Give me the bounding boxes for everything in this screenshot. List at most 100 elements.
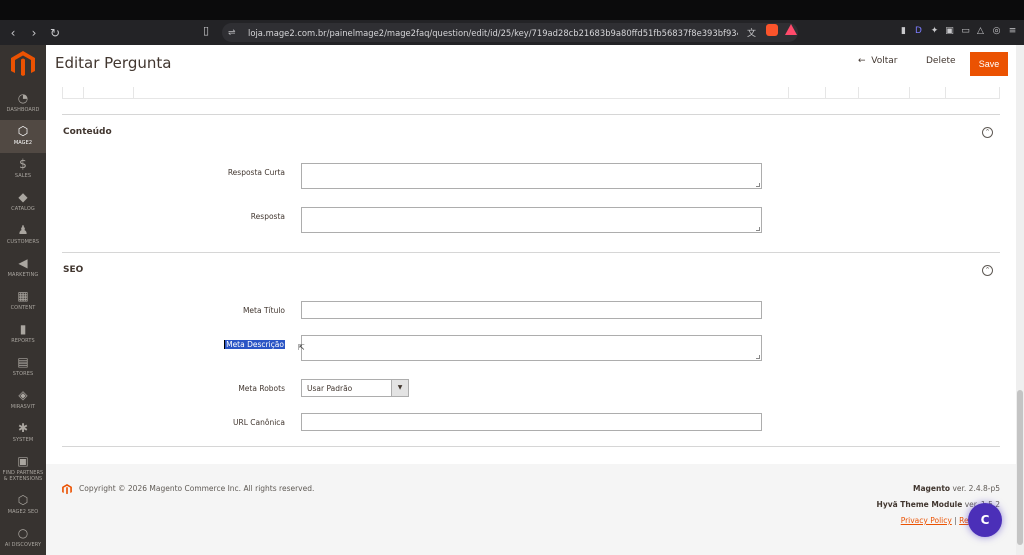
browser-toolbar: ‹ › ↻ ▯ ⇌ loja.mage2.com.br/painelmage2/…	[0, 20, 1024, 45]
sidebar-item-label: Mirasvit	[10, 404, 36, 410]
resize-handle-icon[interactable]	[756, 355, 760, 359]
section-conteudo-title[interactable]: Conteúdo	[63, 127, 112, 137]
sidebar-item-ai-discovery[interactable]: ○ AI Discovery	[0, 522, 46, 555]
collapse-icon[interactable]: ⌃	[982, 127, 993, 138]
sidebar-item-customers[interactable]: ♟ Customers	[0, 219, 46, 252]
wallet-icon[interactable]: ▭	[960, 25, 971, 37]
reload-icon[interactable]: ↻	[47, 25, 63, 41]
sidebar-item-label: Marketing	[7, 272, 39, 278]
resize-handle-icon[interactable]	[756, 227, 760, 231]
sidebar-item-mage2-seo[interactable]: ⬡ Mage2 SEO	[0, 489, 46, 522]
back-button[interactable]: ← Voltar	[858, 56, 898, 66]
meta-titulo-label: Meta Título	[242, 306, 285, 315]
resposta-textarea[interactable]	[301, 207, 762, 233]
translate-icon[interactable]: 文	[747, 26, 756, 39]
browser-chrome: ‹ › ↻ ▯ ⇌ loja.mage2.com.br/painelmage2/…	[0, 0, 1024, 45]
sidebar-item-find-partners-extensions[interactable]: ▣ Find Partners & Extensions	[0, 450, 46, 483]
address-bar[interactable]: ⇌ loja.mage2.com.br/painelmage2/mage2faq…	[222, 23, 798, 42]
sidebar-item-label: Find Partners & Extensions	[2, 470, 44, 482]
sidebar-item-label: Dashboard	[6, 107, 40, 113]
admin-footer: Copyright © 2026 Magento Commerce Inc. A…	[46, 464, 1016, 555]
meta-robots-select[interactable]: Usar Padrão ▼	[301, 379, 409, 397]
scrollbar-thumb[interactable]	[1017, 390, 1023, 545]
url-text[interactable]: loja.mage2.com.br/painelmage2/mage2faq/q…	[248, 28, 738, 38]
bar-chart-icon: ▮	[19, 322, 27, 336]
grid-divider	[133, 87, 134, 98]
sidebar-item-marketing[interactable]: ◀ Marketing	[0, 252, 46, 285]
sidebar-item-label: Reports	[11, 338, 35, 344]
box-icon: ▣	[17, 454, 29, 468]
meta-descricao-label: Meta Descrição	[85, 340, 285, 349]
hyva-name: Hyvä Theme Module	[876, 500, 963, 509]
section-divider	[62, 114, 1000, 115]
magento-name: Magento	[913, 484, 951, 493]
section-divider	[62, 446, 1000, 447]
bookmark-icon[interactable]: ▯	[203, 24, 217, 40]
scrollbar-track[interactable]	[1016, 45, 1024, 555]
gear-icon: ✱	[17, 421, 29, 435]
menu-icon[interactable]: ≡	[1007, 25, 1018, 37]
sidebar-item-stores[interactable]: ▤ Stores	[0, 351, 46, 384]
sidebar-item-label: Sales	[14, 173, 32, 179]
hexagon-icon: ⬡	[17, 124, 29, 138]
sidebar-item-dashboard[interactable]: ◔ Dashboard	[0, 87, 46, 120]
selected-text: Meta Descrição	[224, 340, 285, 349]
sidebar-item-label: Mage2	[13, 140, 33, 146]
copyright-text: Copyright © 2026 Magento Commerce Inc. A…	[79, 484, 315, 493]
section-seo-title[interactable]: SEO	[63, 265, 83, 275]
sidebar-item-content[interactable]: ▦ Content	[0, 285, 46, 318]
resposta-label: Resposta	[250, 212, 285, 221]
tab-strip	[0, 0, 1024, 20]
forward-arrow-icon[interactable]: ›	[26, 25, 42, 41]
sidebar-item-sales[interactable]: $ Sales	[0, 153, 46, 186]
sidebar-item-system[interactable]: ✱ System	[0, 417, 46, 450]
dashboard-icon: ◔	[17, 91, 29, 105]
sidebar-toggle-icon[interactable]: ▣	[944, 25, 955, 37]
resposta-curta-textarea[interactable]	[301, 163, 762, 189]
dollar-icon: $	[19, 157, 27, 171]
section-divider	[62, 252, 1000, 253]
vpn-icon[interactable]: ◎	[991, 25, 1002, 37]
magento-footer-logo-icon	[62, 484, 72, 495]
sidebar-item-mage2[interactable]: ⬡ Mage2	[0, 120, 46, 153]
sidebar-item-mirasvit[interactable]: ◈ Mirasvit	[0, 384, 46, 417]
privacy-policy-link[interactable]: Privacy Policy	[901, 516, 952, 525]
grid-divider	[83, 87, 84, 98]
sidebar-item-catalog[interactable]: ◆ Catalog	[0, 186, 46, 219]
resposta-curta-label: Resposta Curta	[227, 168, 285, 177]
extension-icon[interactable]: ▮	[898, 25, 909, 37]
brave-shield-icon[interactable]	[766, 24, 778, 36]
brave-rewards-icon[interactable]	[785, 24, 797, 35]
magento-version-text: ver. 2.4.8-p5	[950, 484, 1000, 493]
chat-widget-button[interactable]: C	[968, 503, 1002, 537]
save-button[interactable]: Save	[970, 52, 1008, 76]
leo-icon[interactable]: △	[975, 25, 986, 37]
meta-descricao-textarea[interactable]	[301, 335, 762, 361]
back-arrow-icon[interactable]: ‹	[5, 25, 21, 41]
sidebar-item-label: AI Discovery	[4, 542, 42, 548]
sidebar-item-label: Content	[10, 305, 36, 311]
url-canonica-label: URL Canônica	[233, 418, 285, 427]
sidebar-item-label: Stores	[12, 371, 34, 377]
layout-icon: ▦	[17, 289, 29, 303]
magento-logo-icon[interactable]	[11, 51, 35, 78]
admin-sidebar: ◔ Dashboard ⬡ Mage2 $ Sales ◆ Catalog ♟ Customers…	[0, 45, 46, 555]
sidebar-item-label: Catalog	[11, 206, 35, 212]
sidebar-item-reports[interactable]: ▮ Reports	[0, 318, 46, 351]
resize-handle-icon[interactable]	[756, 183, 760, 187]
meta-titulo-input[interactable]	[301, 301, 762, 319]
grid-divider	[788, 87, 789, 98]
cube-icon: ◆	[18, 190, 28, 204]
chevron-down-icon[interactable]: ▼	[391, 380, 408, 396]
delete-button[interactable]: Delete	[926, 56, 956, 66]
url-canonica-input[interactable]	[301, 413, 762, 431]
hexagon-outline-icon: ⬡	[17, 493, 29, 507]
site-settings-icon[interactable]: ⇌	[228, 28, 242, 38]
magento-version: Magento ver. 2.4.8-p5	[913, 484, 1000, 493]
collapse-icon[interactable]: ⌃	[982, 265, 993, 276]
diamond-icon: ◈	[18, 388, 28, 402]
sidebar-item-label: Mage2 SEO	[7, 509, 39, 515]
puzzle-icon[interactable]: ✦	[929, 25, 940, 37]
arrow-left-icon: ←	[858, 56, 866, 66]
extension-d-icon[interactable]: D	[913, 25, 924, 37]
